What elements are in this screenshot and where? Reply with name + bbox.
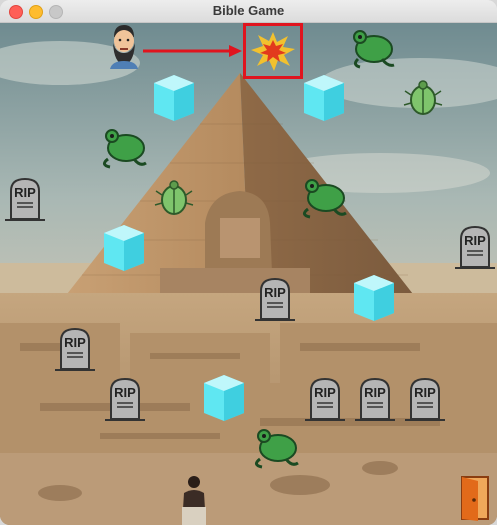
tombstone-icon[interactable]: RIP bbox=[453, 223, 497, 271]
svg-text:RIP: RIP bbox=[364, 385, 386, 400]
svg-text:RIP: RIP bbox=[414, 385, 436, 400]
ice-block-icon[interactable] bbox=[300, 73, 348, 123]
explosion-icon bbox=[251, 32, 295, 71]
player-avatar-icon[interactable] bbox=[106, 23, 142, 69]
tombstone-icon[interactable]: RIP bbox=[53, 325, 97, 373]
title-bar: Bible Game bbox=[0, 0, 497, 23]
ice-block-icon[interactable] bbox=[350, 273, 398, 323]
frog-icon[interactable] bbox=[250, 423, 302, 471]
beetle-icon[interactable] bbox=[403, 77, 443, 117]
tombstone-icon[interactable]: RIP bbox=[103, 375, 147, 423]
window-title: Bible Game bbox=[212, 3, 285, 18]
game-window: Bible Game RIP RIP RIP RIP RIP RIP RIP R… bbox=[0, 0, 497, 525]
frog-icon[interactable] bbox=[98, 123, 150, 171]
svg-text:RIP: RIP bbox=[464, 233, 486, 248]
ice-block-icon[interactable] bbox=[200, 373, 248, 423]
svg-text:RIP: RIP bbox=[64, 335, 86, 350]
beetle-icon[interactable] bbox=[154, 177, 194, 217]
tombstone-icon[interactable]: RIP bbox=[303, 375, 347, 423]
tombstone-icon[interactable]: RIP bbox=[3, 175, 47, 223]
ice-block-icon[interactable] bbox=[150, 73, 198, 123]
arrow-icon bbox=[143, 45, 242, 57]
tombstone-icon[interactable]: RIP bbox=[403, 375, 447, 423]
game-board[interactable]: RIP RIP RIP RIP RIP RIP RIP RIP bbox=[0, 23, 497, 525]
walking-person-icon bbox=[182, 476, 206, 525]
tombstone-icon[interactable]: RIP bbox=[253, 275, 297, 323]
svg-text:RIP: RIP bbox=[264, 285, 286, 300]
svg-text:RIP: RIP bbox=[314, 385, 336, 400]
svg-text:RIP: RIP bbox=[114, 385, 136, 400]
frog-icon[interactable] bbox=[298, 173, 350, 221]
ice-block-icon[interactable] bbox=[100, 223, 148, 273]
door-icon[interactable] bbox=[458, 475, 492, 521]
svg-text:RIP: RIP bbox=[14, 185, 36, 200]
tombstone-icon[interactable]: RIP bbox=[353, 375, 397, 423]
frog-icon[interactable] bbox=[348, 25, 398, 71]
goal-target[interactable] bbox=[243, 23, 303, 79]
